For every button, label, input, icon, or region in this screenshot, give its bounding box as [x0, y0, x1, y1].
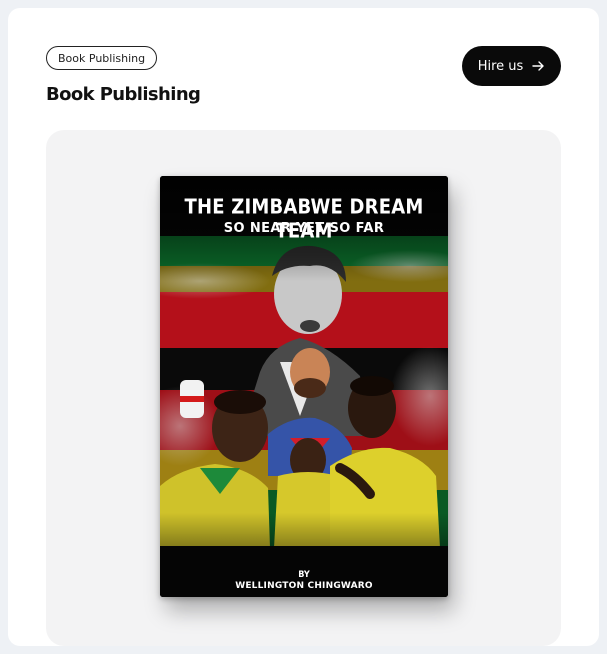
arrow-right-icon: [532, 61, 544, 71]
category-tag[interactable]: Book Publishing: [46, 46, 158, 70]
hire-us-button[interactable]: Hire us: [462, 46, 561, 86]
book-author: WELLINGTON CHINGWARO: [235, 581, 373, 591]
book-subtitle: SO NEAR YET SO FAR: [223, 221, 385, 236]
book-by-label: BY: [298, 570, 310, 580]
project-card: Book Publishing Book Publishing Hire us: [8, 8, 599, 646]
hire-us-label: Hire us: [477, 58, 524, 74]
book-cover[interactable]: THE ZIMBABWE DREAM TEAM SO NEAR YET SO F…: [160, 176, 448, 597]
project-title: Book Publishing: [46, 84, 201, 105]
project-preview: THE ZIMBABWE DREAM TEAM SO NEAR YET SO F…: [46, 130, 561, 646]
